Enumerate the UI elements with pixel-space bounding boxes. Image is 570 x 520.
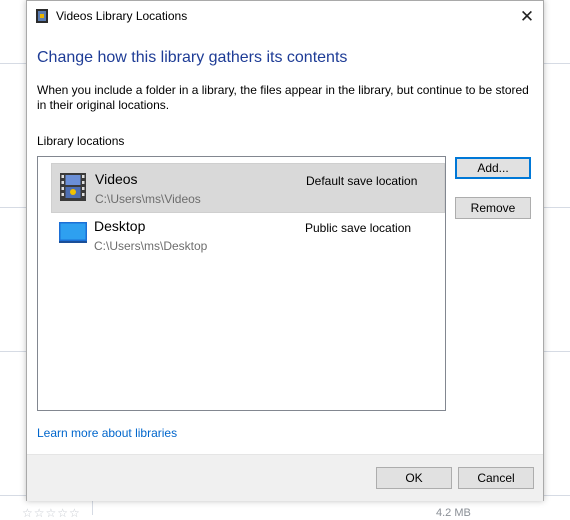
location-name: Videos <box>95 171 138 187</box>
background-file-size: 4.2 MB <box>436 507 471 519</box>
library-locations-label: Library locations <box>37 134 125 148</box>
library-locations-list[interactable]: Videos C:\Users\ms\Videos Default save l… <box>37 156 446 411</box>
location-item-desktop[interactable]: Desktop C:\Users\ms\Desktop Public save … <box>51 211 443 259</box>
close-button[interactable]: ✕ <box>517 7 537 27</box>
location-status: Public save location <box>305 221 412 235</box>
cancel-button[interactable]: Cancel <box>458 467 534 489</box>
dialog-description: When you include a folder in a library, … <box>37 83 529 112</box>
location-path: C:\Users\ms\Desktop <box>94 239 208 253</box>
dialog-heading: Change how this library gathers its cont… <box>37 49 348 66</box>
title-bar: Videos Library Locations ✕ <box>27 1 543 32</box>
dialog-footer: OK Cancel <box>27 454 543 501</box>
library-icon <box>36 9 48 23</box>
location-path: C:\Users\ms\Videos <box>95 192 201 206</box>
location-status: Default save location <box>306 174 418 188</box>
ok-button[interactable]: OK <box>376 467 452 489</box>
background-rating-stars: ☆☆☆☆☆ <box>22 506 81 520</box>
location-name: Desktop <box>94 218 146 234</box>
add-button[interactable]: Add... <box>455 157 531 179</box>
videos-folder-icon <box>60 173 86 201</box>
learn-more-link[interactable]: Learn more about libraries <box>37 426 177 440</box>
remove-button[interactable]: Remove <box>455 197 531 219</box>
desktop-folder-icon <box>59 220 87 248</box>
location-item-videos[interactable]: Videos C:\Users\ms\Videos Default save l… <box>51 163 445 213</box>
window-title: Videos Library Locations <box>56 9 188 23</box>
library-locations-dialog: Videos Library Locations ✕ Change how th… <box>26 0 544 501</box>
